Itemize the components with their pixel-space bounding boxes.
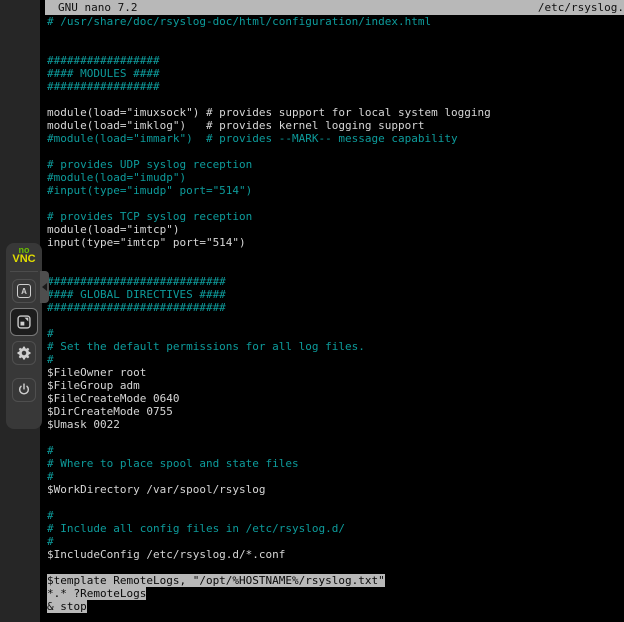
terminal-line: # provides TCP syslog reception [47, 210, 624, 223]
keyboard-button[interactable]: A [12, 279, 36, 303]
novnc-viewport: GNU nano 7.2 /etc/rsyslog. # /usr/share/… [0, 0, 624, 622]
terminal-line: #input(type="imudp" port="514") [47, 184, 624, 197]
power-icon [16, 382, 32, 398]
novnc-logo: no VNC [12, 247, 35, 265]
fullscreen-icon [16, 314, 32, 330]
terminal-line [47, 496, 624, 509]
panel-divider [10, 271, 38, 272]
settings-button[interactable] [12, 341, 36, 365]
terminal-line: # Where to place spool and state files [47, 457, 624, 470]
terminal-line: $FileCreateMode 0640 [47, 392, 624, 405]
terminal-line: # [47, 327, 624, 340]
terminal-line: ################# [47, 80, 624, 93]
novnc-control-bar: no VNC A [6, 243, 42, 429]
terminal-line [47, 314, 624, 327]
terminal-line [47, 93, 624, 106]
terminal-line: # [47, 509, 624, 522]
power-button[interactable] [12, 378, 36, 402]
terminal-line: #module(load="immark") # provides --MARK… [47, 132, 624, 145]
terminal-line [47, 41, 624, 54]
terminal-line: $FileOwner root [47, 366, 624, 379]
terminal-line: module(load="imtcp") [47, 223, 624, 236]
terminal-line: # Include all config files in /etc/rsysl… [47, 522, 624, 535]
terminal-line: #module(load="imudp") [47, 171, 624, 184]
control-bar-handle[interactable] [40, 271, 49, 303]
terminal-line [47, 145, 624, 158]
nano-version-label: GNU nano 7.2 [45, 0, 137, 15]
terminal-line: # [47, 535, 624, 548]
terminal-line: # /usr/share/doc/rsyslog-doc/html/config… [47, 15, 624, 28]
terminal-line: $WorkDirectory /var/spool/rsyslog [47, 483, 624, 496]
terminal-line: & stop [47, 600, 624, 613]
keyboard-a-key-icon: A [17, 284, 31, 298]
fullscreen-button[interactable] [10, 308, 38, 336]
terminal-line: # [47, 353, 624, 366]
terminal-line: # [47, 470, 624, 483]
terminal-line: $IncludeConfig /etc/rsyslog.d/*.conf [47, 548, 624, 561]
terminal-line: # provides UDP syslog reception [47, 158, 624, 171]
terminal-line: $FileGroup adm [47, 379, 624, 392]
terminal-line: module(load="imuxsock") # provides suppo… [47, 106, 624, 119]
terminal-line: $DirCreateMode 0755 [47, 405, 624, 418]
terminal-line [47, 262, 624, 275]
terminal-line: module(load="imklog") # provides kernel … [47, 119, 624, 132]
terminal-line [47, 561, 624, 574]
terminal-line: input(type="imtcp" port="514") [47, 236, 624, 249]
terminal-line: ########################### [47, 275, 624, 288]
novnc-logo-bottom: VNC [12, 254, 35, 265]
terminal-line: #### MODULES #### [47, 67, 624, 80]
terminal-line: ########################### [47, 301, 624, 314]
vnc-terminal-canvas[interactable]: GNU nano 7.2 /etc/rsyslog. # /usr/share/… [40, 0, 624, 622]
terminal-line: $Umask 0022 [47, 418, 624, 431]
terminal-line [47, 28, 624, 41]
terminal-line: #### GLOBAL DIRECTIVES #### [47, 288, 624, 301]
terminal-line [47, 249, 624, 262]
terminal-line [47, 431, 624, 444]
collapse-arrow-icon [42, 283, 47, 291]
nano-filename-label: /etc/rsyslog. [538, 0, 624, 15]
terminal-line: *.* ?RemoteLogs [47, 587, 624, 600]
terminal-line [47, 197, 624, 210]
terminal-line: ################# [47, 54, 624, 67]
terminal-content: # /usr/share/doc/rsyslog-doc/html/config… [40, 15, 624, 613]
terminal-line: # [47, 444, 624, 457]
gear-icon [16, 345, 32, 361]
nano-titlebar: GNU nano 7.2 /etc/rsyslog. [45, 0, 624, 15]
terminal-line: # Set the default permissions for all lo… [47, 340, 624, 353]
terminal-line: $template RemoteLogs, "/opt/%HOSTNAME%/r… [47, 574, 624, 587]
